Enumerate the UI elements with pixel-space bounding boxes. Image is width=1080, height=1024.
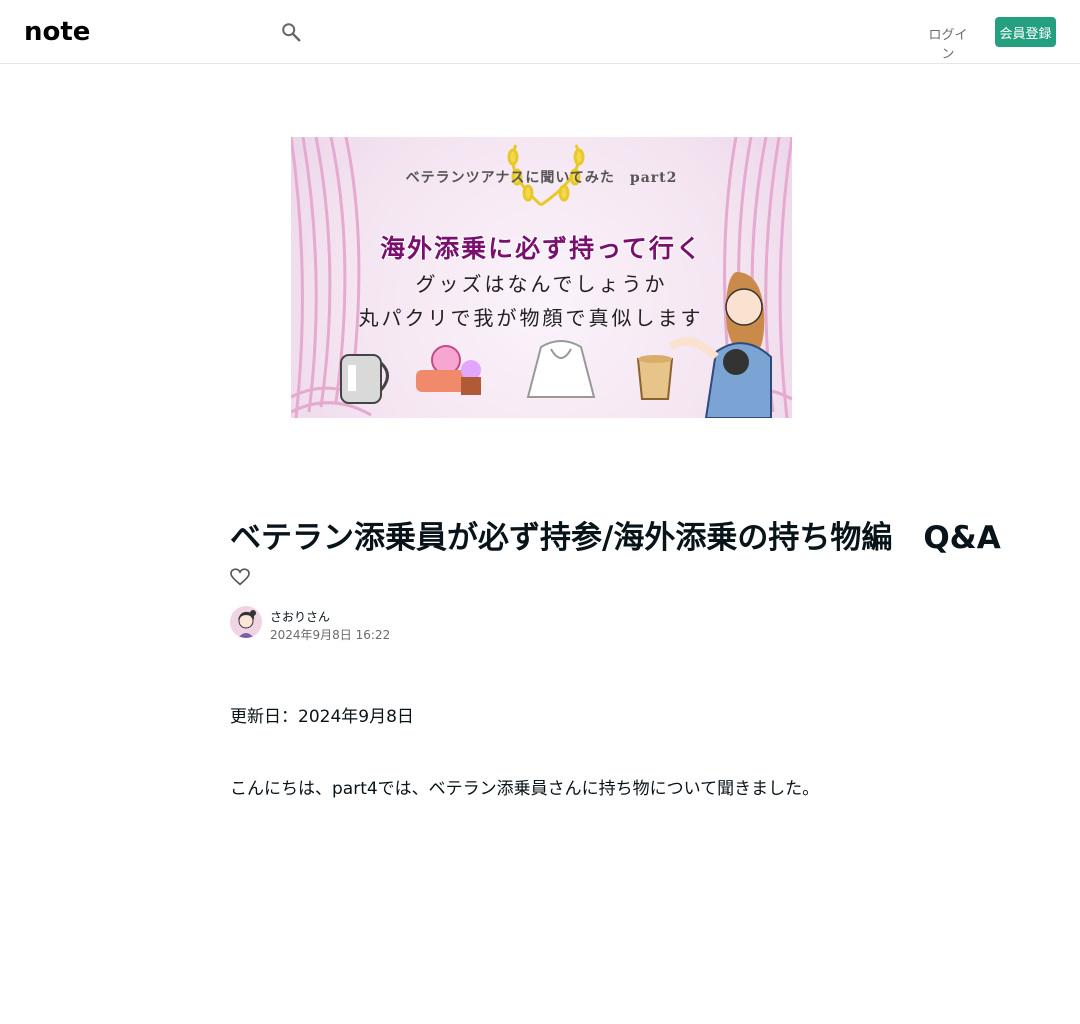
hero-line-1: グッズはなんでしょうか (415, 272, 668, 296)
site-header: note ログイン 会員登録 (0, 0, 1080, 64)
heart-icon[interactable] (230, 568, 250, 586)
article-title: ベテラン添乗員が必ず持参/海外添乗の持ち物編 Q&A (230, 520, 1001, 556)
hero-title: 海外添乗に必ず持って行く (380, 234, 703, 263)
logo-text: note (24, 20, 90, 44)
hero-line-2: 丸パクリで我が物顔で真似します (358, 306, 704, 330)
article-paragraph: 更新日：2024年9月8日 (230, 707, 414, 727)
login-link[interactable]: ログイン (928, 24, 968, 62)
author-avatar[interactable] (230, 606, 262, 638)
search-icon[interactable] (280, 21, 302, 43)
signup-button[interactable]: 会員登録 (995, 17, 1056, 47)
avatar-illustration (230, 606, 262, 638)
hero-image: ベテランツアナスに聞いてみた part2 海外添乗に必ず持って行く グッズはなん… (291, 137, 792, 418)
hero-subtitle: ベテランツアナスに聞いてみた part2 (405, 170, 678, 186)
note-logo[interactable]: note (24, 20, 124, 44)
article-paragraph: こんにちは、part4では、ベテラン添乗員さんに持ち物について聞きました。 (230, 779, 820, 799)
post-date: 2024年9月8日 16:22 (270, 628, 391, 642)
author-name[interactable]: さおりさん (270, 608, 330, 625)
